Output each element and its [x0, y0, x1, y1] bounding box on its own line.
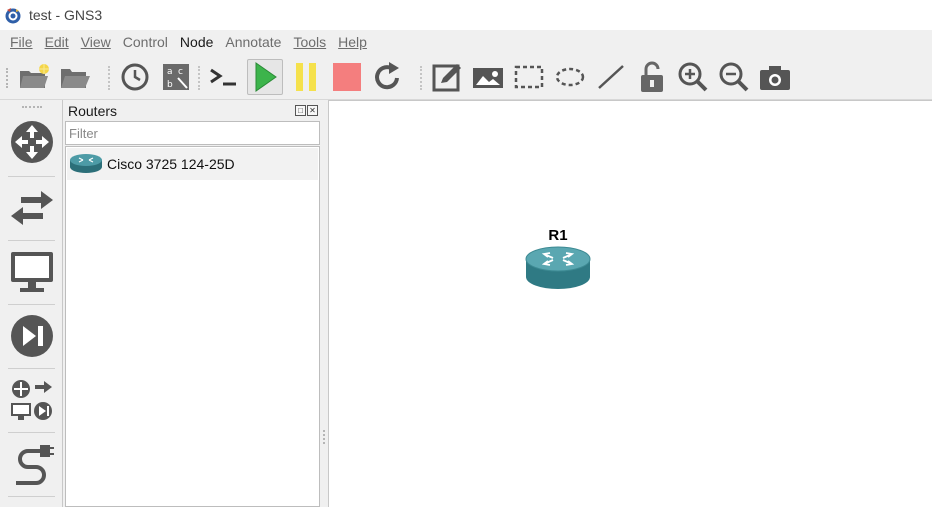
- close-panel-icon[interactable]: ✕: [307, 105, 318, 116]
- console-icon: [210, 68, 236, 86]
- security-devices-icon: [11, 315, 53, 357]
- list-item-label: Cisco 3725 124-25D: [107, 156, 235, 172]
- splitter-grip: [323, 430, 325, 444]
- node-label[interactable]: R1: [523, 227, 593, 244]
- main-toolbar: a c b: [0, 54, 932, 100]
- stop-icon: [333, 63, 361, 91]
- start-icon: [255, 62, 277, 92]
- menu-help-label: Help: [338, 34, 367, 50]
- strip-separator: [8, 304, 55, 305]
- menu-edit[interactable]: Edit: [39, 30, 75, 54]
- strip-separator: [8, 368, 55, 369]
- insert-image-button[interactable]: [470, 59, 506, 95]
- svg-text:b: b: [167, 80, 173, 90]
- snapshot-clock-icon: [121, 63, 149, 91]
- switches-icon: [11, 191, 53, 225]
- zoom-in-button[interactable]: [675, 59, 711, 95]
- lock-items-button[interactable]: [634, 59, 670, 95]
- open-project-button[interactable]: [57, 59, 93, 95]
- menu-edit-label: Edit: [44, 34, 69, 50]
- draw-line-button[interactable]: [593, 59, 629, 95]
- gns3-window: test - GNS3 File Edit View Control Node …: [0, 0, 932, 507]
- topology-canvas[interactable]: R1: [328, 100, 932, 507]
- start-all-button[interactable]: [247, 59, 283, 95]
- router-icon: [70, 154, 102, 173]
- menu-view-label: View: [80, 34, 111, 50]
- add-link-button[interactable]: [6, 436, 58, 492]
- panel-controls: □ ✕: [295, 105, 318, 116]
- menu-file[interactable]: File: [4, 30, 39, 54]
- reload-icon: [375, 62, 399, 90]
- add-note-button[interactable]: [429, 59, 465, 95]
- menu-view[interactable]: View: [75, 30, 117, 54]
- browse-all-devices-button[interactable]: [6, 372, 58, 428]
- show-interface-labels-icon: a c b: [163, 64, 189, 90]
- svg-text:a: a: [167, 67, 173, 77]
- show-interface-labels-button[interactable]: a c b: [158, 59, 194, 95]
- filter-input[interactable]: [65, 121, 320, 145]
- menu-tools[interactable]: Tools: [287, 30, 332, 54]
- toolbar-separator: [108, 66, 110, 90]
- draw-rectangle-button[interactable]: [511, 59, 547, 95]
- device-types-toolbar: [0, 100, 63, 507]
- all-devices-icon: [11, 380, 52, 420]
- title-bar: test - GNS3: [0, 0, 932, 30]
- toolbar-separator: [420, 66, 422, 90]
- add-link-icon: [16, 445, 54, 485]
- browse-switches-button[interactable]: [6, 180, 58, 236]
- lock-icon: [641, 61, 663, 92]
- suspend-all-button[interactable]: [288, 59, 324, 95]
- new-project-button[interactable]: [16, 59, 52, 95]
- gns3-logo-icon: [5, 8, 21, 24]
- menu-tools-label: Tools: [293, 34, 327, 50]
- browse-routers-button[interactable]: [6, 114, 58, 170]
- router-icon: [525, 246, 591, 289]
- window-title: test - GNS3: [29, 7, 103, 23]
- draw-ellipse-icon: [555, 67, 585, 87]
- draw-line-icon: [598, 65, 624, 89]
- open-project-icon: [61, 69, 90, 88]
- screenshot-icon: [760, 66, 790, 90]
- list-item[interactable]: Cisco 3725 124-25D: [67, 148, 318, 180]
- router-node[interactable]: R1: [523, 227, 593, 293]
- zoom-out-icon: [719, 62, 749, 92]
- suspend-icon: [296, 63, 316, 91]
- add-note-icon: [432, 64, 461, 92]
- console-all-button[interactable]: [205, 59, 241, 95]
- routers-icon: [11, 121, 53, 163]
- menu-annotate[interactable]: Annotate: [219, 30, 287, 54]
- float-panel-icon[interactable]: □: [295, 105, 306, 116]
- end-devices-icon: [11, 252, 53, 292]
- menu-help[interactable]: Help: [332, 30, 373, 54]
- device-toolbar-grip[interactable]: [22, 106, 42, 108]
- browse-end-devices-button[interactable]: [6, 244, 58, 300]
- stop-all-button[interactable]: [329, 59, 365, 95]
- svg-text:c: c: [178, 67, 183, 77]
- strip-separator: [8, 496, 55, 497]
- screenshot-button[interactable]: [757, 59, 793, 95]
- draw-rectangle-icon: [514, 65, 544, 89]
- menu-bar: File Edit View Control Node Annotate Too…: [0, 30, 932, 54]
- device-browser-panel: Routers □ ✕ Cisco 3725 124-25D: [64, 100, 322, 507]
- strip-separator: [8, 240, 55, 241]
- menu-node[interactable]: Node: [174, 30, 219, 54]
- new-project-icon: [20, 64, 49, 88]
- strip-separator: [8, 176, 55, 177]
- toolbar-separator: [198, 66, 200, 90]
- zoom-out-button[interactable]: [716, 59, 752, 95]
- menu-file-label: File: [10, 34, 33, 50]
- snapshot-button[interactable]: [117, 59, 153, 95]
- draw-ellipse-button[interactable]: [552, 59, 588, 95]
- toolbar-grip[interactable]: [6, 68, 9, 88]
- menu-control[interactable]: Control: [117, 30, 174, 54]
- device-list: Cisco 3725 124-25D: [65, 146, 320, 507]
- strip-separator: [8, 432, 55, 433]
- reload-all-button[interactable]: [370, 59, 406, 95]
- zoom-in-icon: [678, 62, 708, 92]
- browse-security-devices-button[interactable]: [6, 308, 58, 364]
- insert-image-icon: [473, 68, 503, 88]
- panel-title: Routers: [68, 103, 118, 119]
